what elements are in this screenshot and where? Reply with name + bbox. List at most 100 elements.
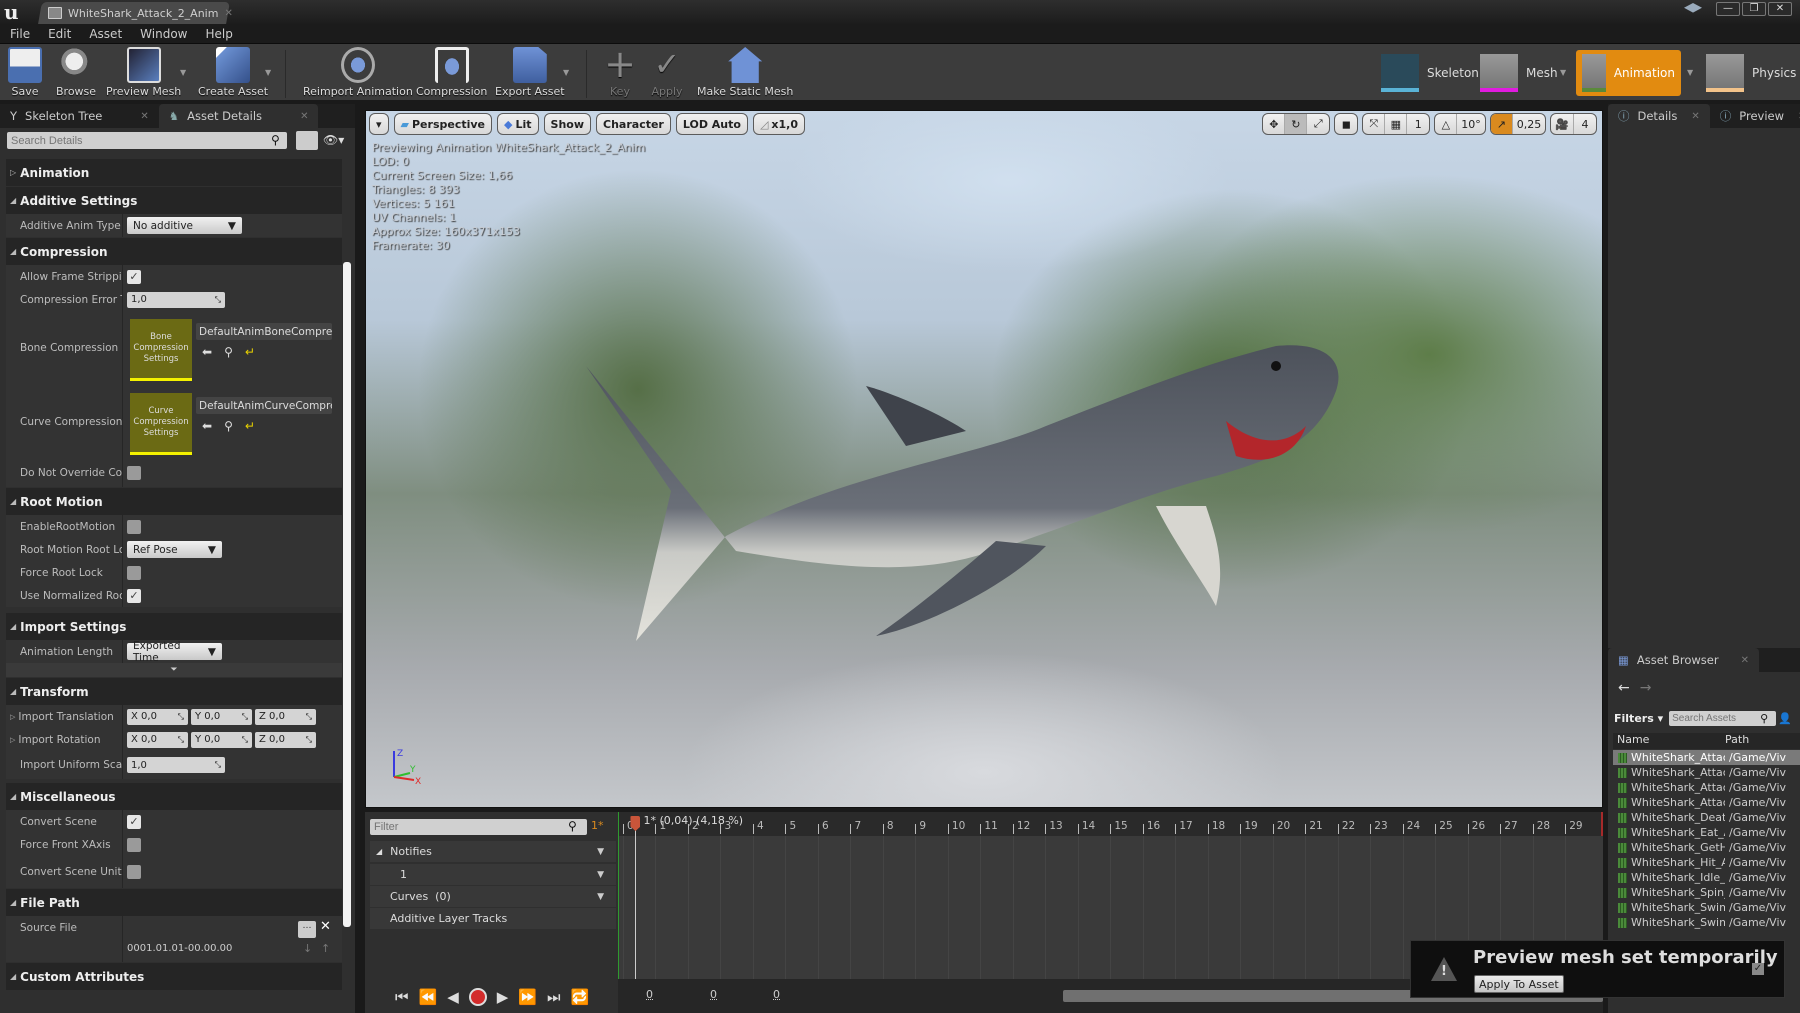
step-back-icon[interactable]: ⏪ xyxy=(419,988,438,1006)
advanced-expander[interactable]: ⏷ xyxy=(6,663,342,677)
back-arrow-icon[interactable]: ← xyxy=(1618,680,1630,696)
force-root-lock-checkbox[interactable] xyxy=(127,565,141,580)
convert-scene-unit-checkbox[interactable] xyxy=(127,865,141,879)
export-asset-button[interactable]: Export Asset xyxy=(495,47,565,98)
close-tab-icon[interactable]: ✕ xyxy=(224,8,232,19)
category-import-settings[interactable]: ◢ Import Settings xyxy=(6,613,342,640)
scale-icon[interactable]: ⤢ xyxy=(1307,114,1329,134)
translation-y-input[interactable]: Y 0,0 ⤡ xyxy=(191,708,252,725)
user-filter-icon[interactable]: 👤 xyxy=(1778,712,1792,725)
tab-details[interactable]: ⓘ Details ✕ xyxy=(1608,104,1710,128)
mode-skeleton[interactable]: Skeleton xyxy=(1375,50,1485,96)
menu-asset[interactable]: Asset xyxy=(89,27,122,41)
curve-compression-asset-picker[interactable]: DefaultAnimCurveCompressionSettings xyxy=(196,397,332,414)
view-range-end[interactable]: 0 xyxy=(773,988,780,1001)
mode-mesh[interactable]: Mesh xyxy=(1474,50,1564,96)
surface-snap-icon[interactable]: ⤧ xyxy=(1363,114,1386,134)
menu-window[interactable]: Window xyxy=(140,27,187,41)
search-details-input[interactable] xyxy=(7,132,287,149)
view-range-start[interactable]: 0 xyxy=(646,988,653,1001)
browse-search-icon[interactable]: ⚲ xyxy=(224,345,233,359)
force-front-xaxis-checkbox[interactable] xyxy=(127,837,141,852)
rotation-z-input[interactable]: Z 0,0 ⤡ xyxy=(255,731,316,748)
rotation-x-input[interactable]: X 0,0 ⤡ xyxy=(127,731,188,748)
chevron-down-icon[interactable]: ▼ xyxy=(597,847,604,857)
details-scrollbar[interactable] xyxy=(343,262,351,927)
view-options-eye-icon[interactable]: 👁▾ xyxy=(323,133,344,147)
use-selected-arrow-icon[interactable]: ⬅ xyxy=(202,419,212,433)
curve-compression-thumbnail[interactable]: Curve Compression Settings xyxy=(130,393,192,455)
enable-root-motion-checkbox[interactable] xyxy=(127,519,141,534)
category-miscellaneous[interactable]: ◢ Miscellaneous xyxy=(6,783,342,810)
browse-file-button[interactable]: … xyxy=(298,921,316,938)
mode-animation[interactable]: Animation xyxy=(1576,50,1681,96)
expand-arrow-icon[interactable]: ▷ xyxy=(10,736,15,744)
record-button[interactable] xyxy=(468,988,487,1006)
document-tab[interactable]: WhiteShark_Attack_2_Anim ✕ xyxy=(48,4,233,22)
preview-viewport[interactable]: ▾ ▰ Perspective ◆ Lit Show Character LOD A… xyxy=(365,110,1603,808)
play-reverse-icon[interactable]: ◀ xyxy=(447,988,459,1006)
show-button[interactable]: Show xyxy=(543,113,592,135)
view-range-mid[interactable]: 0 xyxy=(710,988,717,1001)
translate-icon[interactable]: ✥ xyxy=(1263,114,1286,134)
close-button[interactable]: ✕ xyxy=(1768,2,1792,16)
skip-to-start-icon[interactable]: ⏮ xyxy=(395,988,409,1006)
move-down-icon[interactable]: ↓ xyxy=(303,942,312,955)
translation-x-input[interactable]: X 0,0 ⤡ xyxy=(127,708,188,725)
asset-list-item[interactable]: WhiteShark_Attack/Game/Viv xyxy=(1613,780,1800,795)
lit-button[interactable]: ◆ Lit xyxy=(497,113,539,135)
asset-list-item[interactable]: WhiteShark_Death_ /Game/Viv xyxy=(1613,810,1800,825)
learn-cap-icon[interactable] xyxy=(1684,3,1702,13)
asset-list-item[interactable]: WhiteShark_Swim_ /Game/Viv xyxy=(1613,900,1800,915)
preview-mesh-button[interactable]: Preview Mesh xyxy=(106,47,181,98)
translation-z-input[interactable]: Z 0,0 ⤡ xyxy=(255,708,316,725)
compression-error-input[interactable]: 1,0 ⤡ xyxy=(127,291,225,308)
notification-checkbox[interactable]: ✓ xyxy=(1752,963,1764,975)
play-icon[interactable]: ▶ xyxy=(497,988,509,1006)
additive-anim-type-dropdown[interactable]: No additive ▼ xyxy=(127,217,242,234)
rotation-y-input[interactable]: Y 0,0 ⤡ xyxy=(191,731,252,748)
close-tab-icon[interactable]: ✕ xyxy=(1691,111,1699,122)
tab-preview[interactable]: ⓘPreview✕ xyxy=(1710,104,1800,128)
step-forward-icon[interactable]: ⏩ xyxy=(518,988,537,1006)
camera-speed-icon[interactable]: 🎥 xyxy=(1551,114,1574,134)
lod-auto-button[interactable]: LOD Auto xyxy=(675,113,748,135)
grid-snap-icon[interactable]: ▦ xyxy=(1385,114,1408,134)
close-tab-icon[interactable]: ✕ xyxy=(1741,655,1749,666)
track-notify-1[interactable]: 1 ▼ xyxy=(370,864,616,885)
category-root-motion[interactable]: ◢ Root Motion xyxy=(6,488,342,515)
asset-list-item[interactable]: WhiteShark_SwimS/Game/Viv xyxy=(1613,915,1800,930)
reset-icon[interactable]: ↵ xyxy=(245,419,255,433)
bone-compression-thumbnail[interactable]: Bone Compression Settings xyxy=(130,319,192,381)
mode-physics[interactable]: Physics xyxy=(1700,50,1800,96)
forward-arrow-icon[interactable]: → xyxy=(1640,680,1652,696)
asset-list-item[interactable]: WhiteShark_Spin_A/Game/Viv xyxy=(1613,885,1800,900)
tab-skeleton-tree[interactable]: Y Skeleton Tree ✕ xyxy=(0,104,159,128)
reset-icon[interactable]: ↵ xyxy=(245,345,255,359)
make-static-mesh-button[interactable]: Make Static Mesh xyxy=(697,47,793,98)
rotation-snap-icon[interactable]: △ xyxy=(1435,114,1458,134)
uniform-scale-input[interactable]: 1,0 ⤡ xyxy=(127,757,225,773)
tab-asset-details[interactable]: ♞ Asset Details ✕ xyxy=(158,104,319,128)
perspective-button[interactable]: ▰ Perspective xyxy=(393,113,493,135)
viewport-options-button[interactable]: ▾ xyxy=(369,113,389,135)
asset-list-item[interactable]: WhiteShark_Attack/Game/Viv xyxy=(1613,750,1800,765)
loop-icon[interactable]: 🔁 xyxy=(571,988,590,1006)
column-path[interactable]: Path xyxy=(1723,733,1749,749)
column-name[interactable]: Name xyxy=(1613,733,1723,749)
allow-frame-stripping-checkbox[interactable]: ✓ xyxy=(127,269,141,284)
animation-length-dropdown[interactable]: Exported Time ▼ xyxy=(127,640,222,664)
mesh-dropdown-icon[interactable]: ▼ xyxy=(1560,68,1566,77)
convert-scene-checkbox[interactable]: ✓ xyxy=(127,814,141,829)
create-asset-dropdown-icon[interactable]: ▼ xyxy=(265,68,271,77)
track-filter-input[interactable] xyxy=(370,819,587,835)
menu-help[interactable]: Help xyxy=(205,27,232,41)
apply-button[interactable]: ✓ Apply xyxy=(650,47,684,98)
animation-dropdown-icon[interactable]: ▼ xyxy=(1687,68,1693,77)
track-curves[interactable]: Curves (0) ▼ xyxy=(370,886,616,907)
asset-list-item[interactable]: WhiteShark_Attack/Game/Viv xyxy=(1613,795,1800,810)
filters-dropdown[interactable]: Filters ▾ xyxy=(1614,712,1663,725)
tab-asset-browser[interactable]: ▦ Asset Browser ✕ xyxy=(1608,648,1759,672)
property-matrix-button[interactable] xyxy=(296,131,318,150)
do-not-override-checkbox[interactable] xyxy=(127,466,141,480)
